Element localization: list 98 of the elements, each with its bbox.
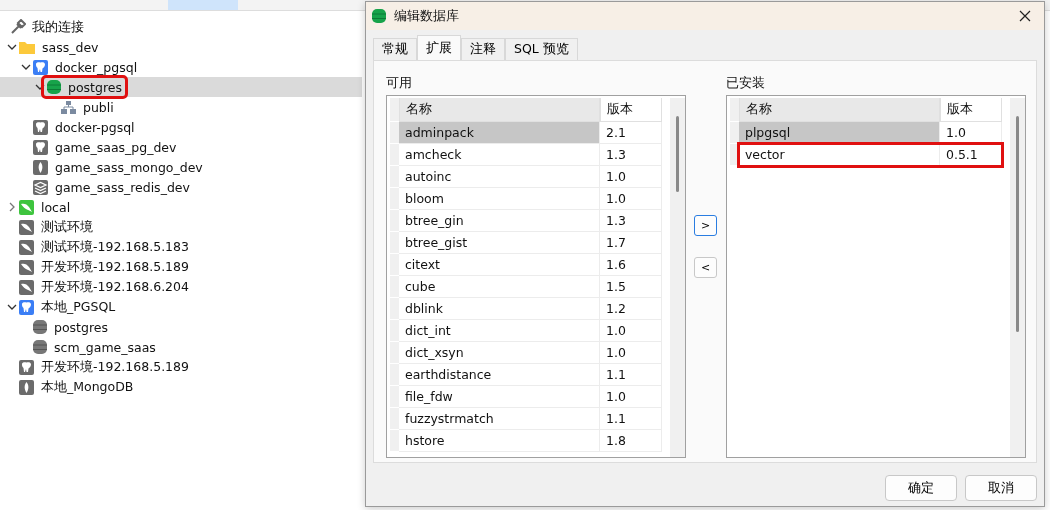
table-cell: 1.1 [600, 364, 662, 386]
table-cell: 1.6 [600, 254, 662, 276]
tree-row[interactable]: scm_game_saas [0, 337, 362, 357]
table-cell[interactable]: earthdistance [399, 364, 600, 386]
tree-item-label: 本地_PGSQL [41, 298, 116, 316]
table-cell[interactable]: btree_gist [399, 232, 600, 254]
table-cell: 1.7 [600, 232, 662, 254]
table-cell: 1.8 [600, 430, 662, 452]
tree-row[interactable]: 开发环境-192.168.5.189 [0, 357, 362, 377]
tree-row[interactable]: 测试环境 [0, 217, 362, 237]
scrollbar[interactable] [1010, 98, 1025, 457]
tree-item-label: game_sass_redis_dev [55, 179, 190, 195]
table-cell[interactable]: dblink [399, 298, 600, 320]
scrollbar[interactable] [670, 98, 686, 457]
dialog-button[interactable]: 确定 [885, 475, 957, 501]
tree-item-label: local [41, 199, 71, 215]
dialog-button[interactable]: 取消 [965, 475, 1037, 501]
tab[interactable]: 注释 [461, 38, 505, 60]
tab[interactable]: 常规 [373, 38, 417, 60]
table-cell[interactable]: plpgsql [738, 122, 940, 144]
tree-item-label: 开发环境-192.168.6.204 [41, 278, 189, 296]
table-cell[interactable]: btree_gin [399, 210, 600, 232]
table-cell: 1.0 [600, 386, 662, 408]
tree-row[interactable]: 本地_MongoDB [0, 377, 362, 397]
tree-row[interactable]: game_sass_redis_dev [0, 177, 362, 197]
database-icon [372, 8, 386, 24]
table-cell[interactable]: file_fdw [399, 386, 600, 408]
connections-title: 我的连接 [32, 18, 84, 36]
tree-item-label: 测试环境-192.168.5.183 [41, 238, 189, 256]
tree-row[interactable]: postgres [0, 77, 362, 97]
tree-row[interactable]: docker_pgsql [0, 57, 362, 77]
plug-icon [10, 19, 26, 35]
table-cell: 1.0 [600, 320, 662, 342]
tree-item-label: game_sass_mongo_dev [55, 159, 203, 175]
tree-row[interactable]: 测试环境-192.168.5.183 [0, 237, 362, 257]
close-icon [1019, 10, 1031, 22]
table-cell[interactable]: dict_int [399, 320, 600, 342]
tree-row[interactable]: docker-pgsql [0, 117, 362, 137]
column-header: 名称 [738, 98, 940, 122]
tree-item-label: 测试环境 [41, 218, 93, 236]
table-cell: 1.0 [600, 188, 662, 210]
tree-item-label: 开发环境-192.168.5.189 [41, 358, 189, 376]
list-label: 已安装 [725, 75, 766, 91]
column-header: 名称 [399, 98, 600, 122]
table-cell: 1.5 [600, 276, 662, 298]
tree-row[interactable]: 开发环境-192.168.5.189 [0, 257, 362, 277]
table-cell[interactable]: hstore [399, 430, 600, 452]
row-header[interactable] [729, 144, 739, 166]
move-button[interactable]: > [694, 215, 718, 236]
tree-item-label: docker_pgsql [55, 59, 138, 75]
move-button[interactable]: < [694, 257, 718, 278]
dialog-title: 编辑数据库 [394, 7, 460, 25]
tree-row[interactable]: postgres [0, 317, 362, 337]
tree-row[interactable]: sass_dev [0, 37, 362, 57]
table-cell[interactable]: bloom [399, 188, 600, 210]
chevron-down-icon[interactable] [7, 302, 17, 312]
tab[interactable]: SQL 预览 [505, 38, 578, 60]
table-cell[interactable]: citext [399, 254, 600, 276]
table-cell[interactable]: adminpack [399, 122, 600, 144]
toolbar-tab[interactable] [168, 0, 238, 10]
row-header [729, 98, 739, 122]
schema-icon [61, 100, 76, 114]
chevron-right-icon[interactable] [7, 202, 17, 212]
table-cell: 2.1 [600, 122, 662, 144]
tree-row[interactable]: local [0, 197, 362, 217]
table-cell: 1.0 [600, 166, 662, 188]
tree-row[interactable]: 开发环境-192.168.6.204 [0, 277, 362, 297]
column-header: 版本 [939, 98, 1002, 122]
table-cell: 1.1 [600, 408, 662, 430]
table-cell: 1.2 [600, 298, 662, 320]
list-label: 可用 [386, 75, 413, 91]
tree-row[interactable]: game_sass_mongo_dev [0, 157, 362, 177]
tree-item-label: 本地_MongoDB [41, 378, 134, 396]
tree-row[interactable]: publi [0, 97, 362, 117]
table-cell[interactable]: amcheck [399, 144, 600, 166]
table-cell[interactable]: dict_xsyn [399, 342, 600, 364]
tree-item-label: postgres [68, 79, 122, 95]
tree-item-label: sass_dev [42, 39, 99, 55]
tree-item-label: game_saas_pg_dev [55, 139, 177, 155]
tree-item-label: postgres [54, 319, 108, 335]
folder-icon [19, 40, 35, 54]
table-cell[interactable]: fuzzystrmatch [399, 408, 600, 430]
scrollbar-thumb[interactable] [676, 116, 680, 192]
table-cell[interactable]: cube [399, 276, 600, 298]
tree-row[interactable]: 本地_PGSQL [0, 297, 362, 317]
scrollbar-thumb[interactable] [1016, 116, 1019, 332]
table-cell: 1.3 [600, 144, 662, 166]
tree-item-label: scm_game_saas [54, 339, 156, 355]
table-cell: 1.0 [600, 342, 662, 364]
tree-item-label: publi [83, 99, 114, 115]
tree-item-label: docker-pgsql [55, 119, 135, 135]
table-cell[interactable]: autoinc [399, 166, 600, 188]
column-header: 版本 [600, 98, 662, 122]
tree-row[interactable]: game_saas_pg_dev [0, 137, 362, 157]
tab[interactable]: 扩展 [417, 35, 461, 61]
table-cell: 1.3 [600, 210, 662, 232]
tree-item-label: 开发环境-192.168.5.189 [41, 258, 189, 276]
row-header [390, 98, 399, 122]
